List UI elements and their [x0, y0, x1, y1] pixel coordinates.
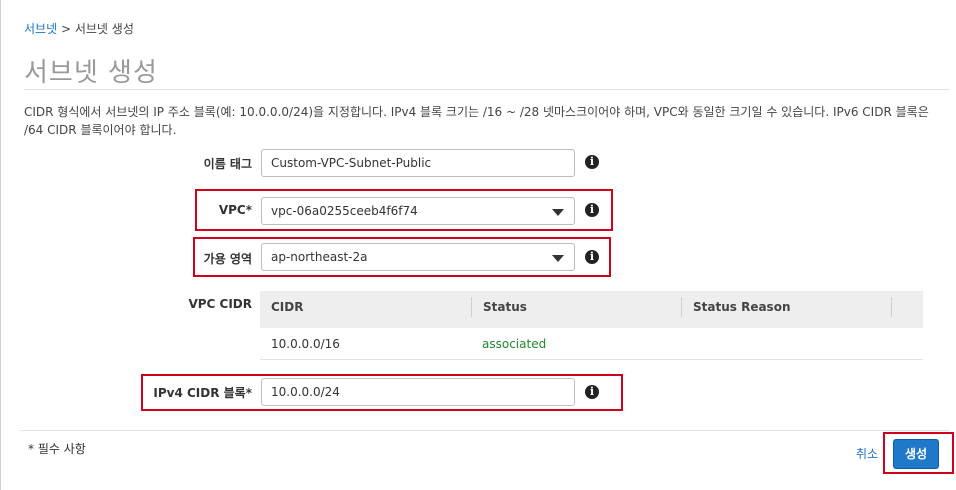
vpc-label: VPC*: [218, 203, 252, 217]
column-header-status-reason[interactable]: Status Reason: [682, 291, 892, 328]
name-tag-input[interactable]: [261, 149, 575, 177]
vpc-select[interactable]: vpc-06a0255ceeb4f6f74: [261, 197, 575, 225]
breadcrumb-separator: >: [60, 22, 72, 36]
left-border: [0, 0, 1, 490]
cell-cidr: 10.0.0.0/16: [271, 337, 340, 351]
breadcrumb: 서브넷 > 서브넷 생성: [24, 20, 134, 37]
column-header-status[interactable]: Status: [472, 291, 682, 328]
az-select[interactable]: ap-northeast-2a: [261, 243, 575, 271]
required-note: * 필수 사항: [28, 442, 86, 456]
ipv4-cidr-input[interactable]: [261, 378, 575, 406]
vpc-select-value: vpc-06a0255ceeb4f6f74: [271, 204, 418, 218]
description-text: CIDR 형식에서 서브넷의 IP 주소 블록(예: 10.0.0.0/24)을…: [24, 105, 929, 137]
info-icon[interactable]: i: [585, 385, 599, 399]
column-divider: [891, 297, 892, 317]
title-divider: [24, 89, 950, 90]
cell-status: associated: [482, 337, 547, 351]
chevron-down-icon: [552, 209, 564, 216]
name-tag-label: 이름 태그: [203, 157, 252, 171]
column-header-cidr[interactable]: CIDR: [260, 291, 472, 328]
az-select-value: ap-northeast-2a: [271, 250, 368, 264]
chevron-down-icon: [552, 255, 564, 262]
breadcrumb-current: 서브넷 생성: [74, 22, 134, 36]
cancel-button[interactable]: 취소: [856, 445, 878, 462]
page-title: 서브넷 생성: [24, 58, 158, 88]
vpc-cidr-label: VPC CIDR: [188, 297, 252, 311]
info-icon[interactable]: i: [585, 250, 599, 264]
info-icon[interactable]: i: [585, 203, 599, 217]
az-label: 가용 영역: [203, 252, 252, 266]
vpc-cidr-table-header: CIDR Status Status Reason: [260, 291, 923, 328]
ipv4-cidr-label: IPv4 CIDR 블록*: [153, 386, 252, 400]
breadcrumb-link-subnets[interactable]: 서브넷: [24, 22, 57, 36]
table-row: 10.0.0.0/16 associated: [260, 328, 923, 359]
footer-divider: [20, 430, 950, 431]
table-row-divider: [260, 359, 923, 360]
create-button[interactable]: 생성: [893, 439, 939, 469]
info-icon[interactable]: i: [585, 155, 599, 169]
